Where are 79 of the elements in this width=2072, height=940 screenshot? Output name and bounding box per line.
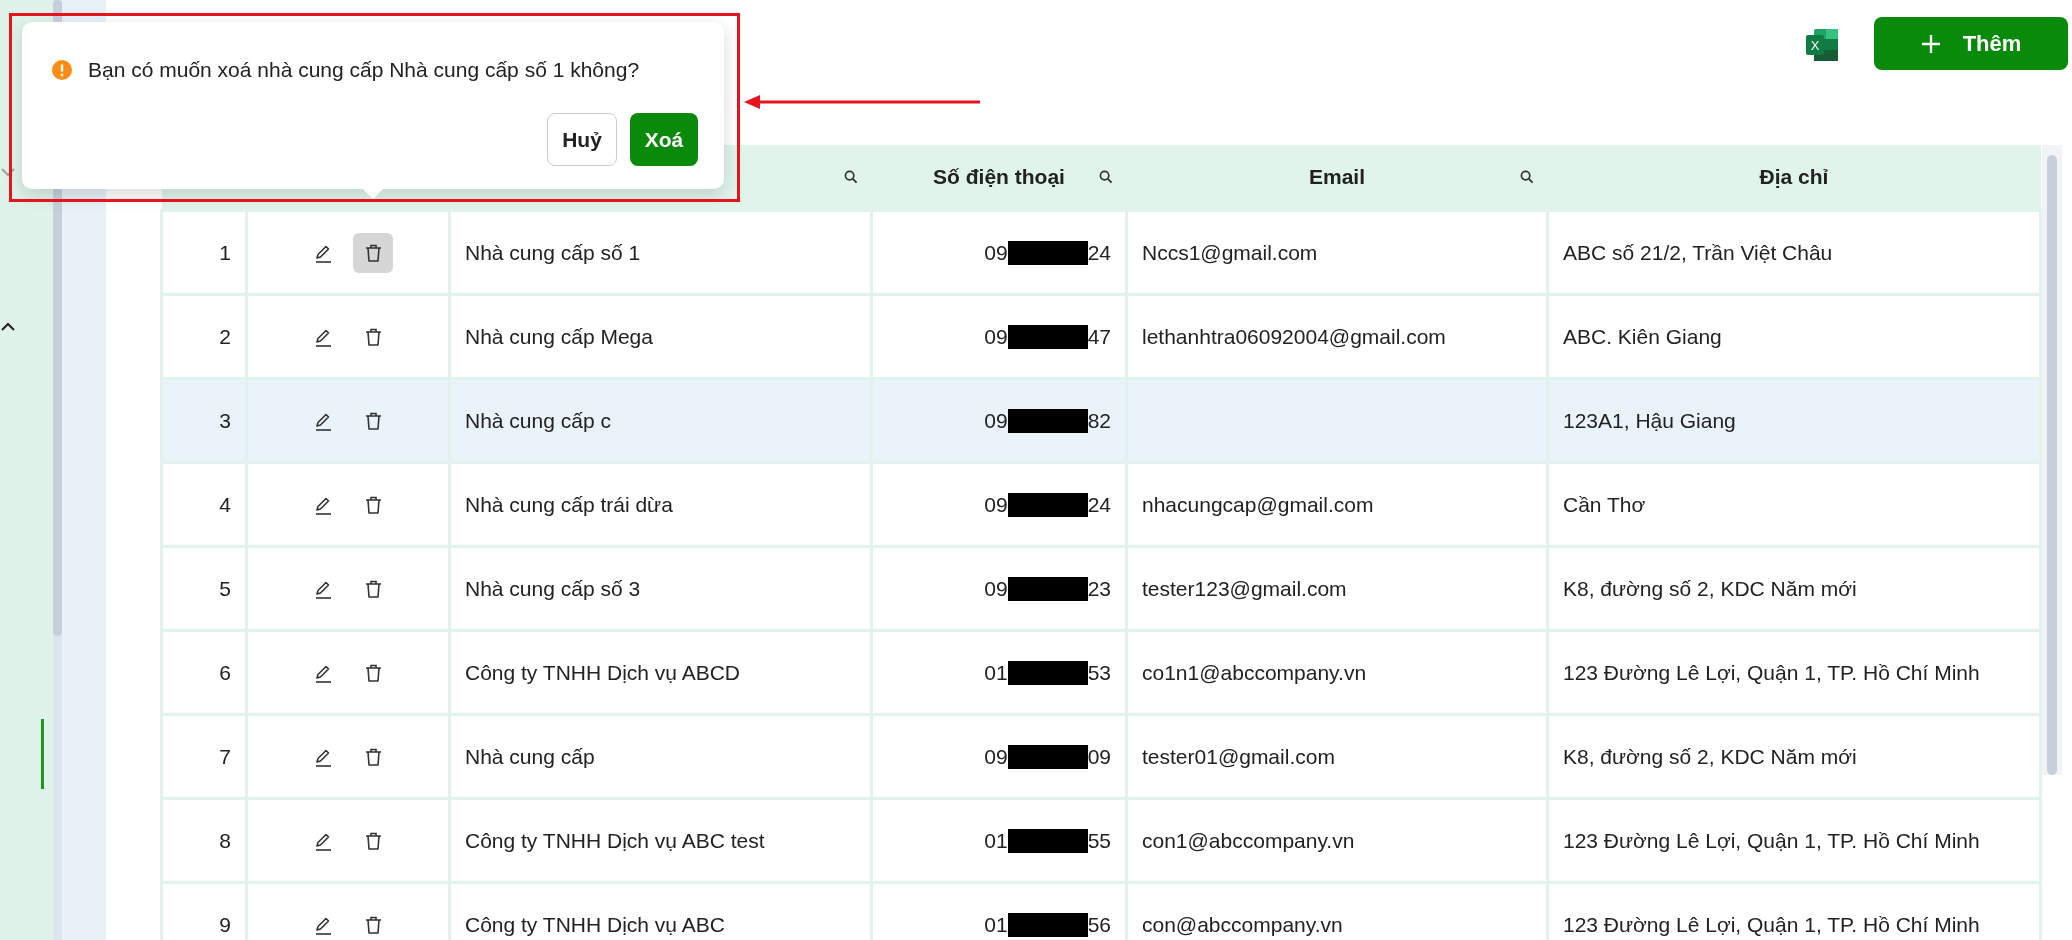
warning-icon (52, 60, 72, 80)
column-header: Số điện thoại (871, 145, 1127, 211)
phone-suffix: 09 (1087, 744, 1111, 769)
supplier-name: Nhà cung cấp (465, 744, 595, 768)
trash-icon (363, 578, 383, 599)
search-icon[interactable] (1098, 170, 1113, 184)
email-text: Nccs1@gmail.com (1142, 240, 1318, 264)
row-number: 4 (219, 492, 231, 516)
address-text: ABC. Kiên Giang (1563, 324, 1722, 348)
address-text: Cần Thơ (1563, 492, 1646, 516)
trash-icon (363, 914, 383, 935)
scrollbar-thumb[interactable] (2047, 155, 2057, 775)
confirm-message: Bạn có muốn xoá nhà cung cấp Nhà cung cấp số 1 không? (88, 58, 640, 82)
trash-icon (363, 242, 383, 263)
phone-suffix: 23 (1087, 576, 1111, 601)
phone-prefix: 01 (984, 828, 1008, 853)
phone-suffix: 47 (1087, 324, 1111, 349)
active-indicator (41, 719, 44, 789)
phone-suffix: 56 (1087, 912, 1111, 937)
row-number: 6 (219, 660, 231, 684)
trash-icon (363, 494, 383, 515)
phone-prefix: 01 (984, 912, 1008, 937)
address-text: 123A1, Hậu Giang (1563, 408, 1736, 432)
delete-button[interactable] (353, 232, 393, 273)
email-text: co1n1@abccompany.vn (1142, 660, 1367, 684)
address-text: K8, đường số 2, KDC Năm mới (1563, 744, 1857, 768)
row-number: 9 (219, 912, 231, 936)
supplier-name: Nhà cung cấp trái dừa (465, 492, 673, 516)
column-header: Địa chỉ (1547, 145, 2041, 211)
search-icon[interactable] (1519, 170, 1534, 184)
address-text: 123 Đường Lê Lợi, Quận 1, TP. Hồ Chí Minh (1563, 828, 1980, 852)
add-button[interactable]: Thêm (1874, 17, 2068, 70)
trash-icon (363, 410, 383, 431)
phone-prefix: 09 (984, 576, 1008, 601)
cancel-button[interactable]: Huỷ (547, 113, 617, 166)
phone-prefix: 09 (984, 744, 1008, 769)
trash-icon (363, 662, 383, 683)
row-number: 8 (219, 828, 231, 852)
row-number: 1 (219, 240, 231, 264)
trash-icon (363, 326, 383, 347)
address-text: K8, đường số 2, KDC Năm mới (1563, 576, 1857, 600)
row-number: 5 (219, 576, 231, 600)
supplier-name: Công ty TNHH Dịch vụ ABCD (465, 660, 741, 684)
phone-suffix: 24 (1087, 492, 1111, 517)
email-text: lethanhtra06092004@gmail.com (1142, 324, 1446, 348)
phone-suffix: 24 (1087, 240, 1111, 265)
phone-suffix: 82 (1087, 408, 1111, 433)
phone-prefix: 09 (984, 408, 1008, 433)
address-text: 123 Đường Lê Lợi, Quận 1, TP. Hồ Chí Minh (1563, 660, 1980, 684)
phone-prefix: 09 (984, 324, 1008, 349)
phone-prefix: 09 (984, 240, 1008, 265)
supplier-name: Nhà cung cấp Mega (465, 324, 653, 348)
supplier-name: Nhà cung cấp c (465, 408, 611, 432)
phone-prefix: 09 (984, 492, 1008, 517)
chevron-up-icon[interactable] (1, 322, 15, 331)
email-text: con1@abccompany.vn (1142, 828, 1355, 852)
delete-confirm-button[interactable]: Xoá (630, 113, 698, 166)
supplier-name: Công ty TNHH Dịch vụ ABC test (465, 828, 765, 852)
row-number: 3 (219, 408, 231, 432)
phone-suffix: 53 (1087, 660, 1111, 685)
row-number: 7 (219, 744, 231, 768)
column-header: Email (1126, 145, 1548, 211)
address-text: 123 Đường Lê Lợi, Quận 1, TP. Hồ Chí Minh (1563, 912, 1980, 936)
chevron-down-icon[interactable] (1, 168, 15, 177)
supplier-name: Nhà cung cấp số 3 (465, 576, 641, 600)
supplier-name: Công ty TNHH Dịch vụ ABC (465, 912, 725, 936)
email-text: con@abccompany.vn (1142, 912, 1343, 936)
trash-icon (363, 830, 383, 851)
email-text: tester123@gmail.com (1142, 576, 1347, 600)
trash-icon (363, 746, 383, 767)
phone-suffix: 55 (1087, 828, 1111, 853)
plus-icon (1920, 33, 1941, 54)
email-text: nhacungcap@gmail.com (1142, 492, 1374, 516)
supplier-name: Nhà cung cấp số 1 (465, 240, 641, 264)
row-number: 2 (219, 324, 231, 348)
search-icon[interactable] (843, 170, 858, 184)
address-text: ABC số 21/2, Trần Việt Châu (1563, 240, 1833, 264)
email-text: tester01@gmail.com (1142, 744, 1335, 768)
phone-prefix: 01 (984, 660, 1008, 685)
